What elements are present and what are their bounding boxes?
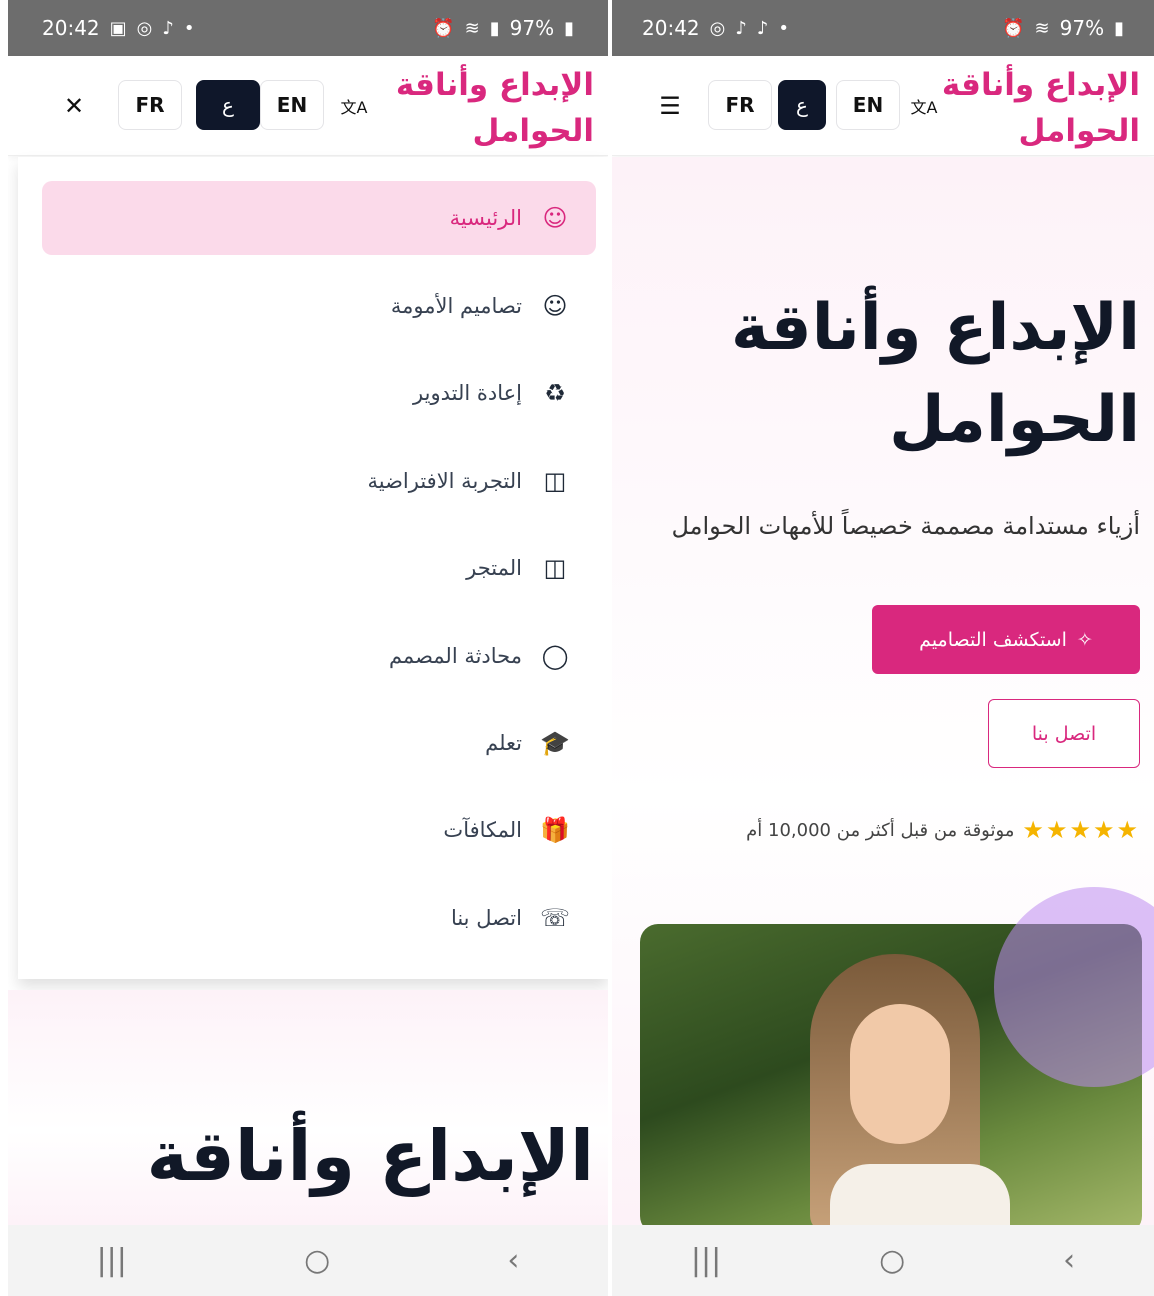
system-nav-bar: ||| ○ ‹ xyxy=(8,1225,608,1296)
more-dot-icon: • xyxy=(778,17,789,39)
app-header: ☰ FR ع EN 文A الإبداع وأناقة الحوامل xyxy=(612,56,1154,156)
menu-item-label: المكافآت xyxy=(443,818,522,842)
lang-en-button[interactable]: EN xyxy=(836,80,900,130)
status-time: 20:42 xyxy=(642,16,700,40)
alarm-icon: ⏰ xyxy=(1002,17,1025,39)
menu-item-virtual-try-on[interactable]: التجربة الافتراضية ◫ xyxy=(42,444,596,518)
chrome-notification-icon: ◎ xyxy=(136,17,153,39)
menu-item-contact[interactable]: اتصل بنا ☏ xyxy=(42,881,596,955)
recents-button[interactable]: ||| xyxy=(97,1243,127,1278)
signal-icon: ▮ xyxy=(489,17,500,39)
status-right: ⏰ ≋ 97% ▮ xyxy=(1002,16,1124,40)
brand-logo[interactable]: الإبداع وأناقة الحوامل xyxy=(940,62,1140,154)
hamburger-menu-button[interactable]: ☰ xyxy=(650,86,690,126)
recycle-icon: ♻ xyxy=(544,379,566,407)
home-button[interactable]: ○ xyxy=(879,1243,905,1278)
close-icon: ✕ xyxy=(63,92,85,120)
tiktok-notification-icon: ♪ xyxy=(756,17,769,39)
trust-text: موثوقة من قبل أكثر من 10,000 أم xyxy=(746,819,1015,841)
hero-subtitle: أزياء مستدامة مصممة خصيصاً للأمهات الحوا… xyxy=(671,512,1140,540)
brand-logo[interactable]: الإبداع وأناقة الحوامل xyxy=(364,62,594,154)
star-rating-icon: ★★★★★ xyxy=(1022,816,1140,844)
more-dot-icon: • xyxy=(183,17,195,39)
status-bar: 20:42 ▣ ◎ ♪ • ⏰ ≋ ▮ 97% ▮ xyxy=(8,0,608,56)
baby-face-icon: ☺ xyxy=(542,292,568,320)
hero-image-shirt xyxy=(830,1164,1010,1234)
menu-item-store[interactable]: المتجر ◫ xyxy=(42,531,596,605)
translate-icon[interactable]: 文A xyxy=(904,86,944,126)
chat-bubble-icon: ◯ xyxy=(541,642,569,670)
menu-item-label: إعادة التدوير xyxy=(413,381,522,405)
alarm-icon: ⏰ xyxy=(432,17,455,39)
status-bar: 20:42 ◎ ♪ ♪ • ⏰ ≋ 97% ▮ xyxy=(612,0,1154,56)
battery-percent: 97% xyxy=(509,16,555,40)
graduation-cap-icon: 🎓 xyxy=(540,729,570,757)
chrome-notification-icon: ◎ xyxy=(709,17,726,39)
status-left: 20:42 ▣ ◎ ♪ • xyxy=(42,16,195,40)
menu-item-designer-chat[interactable]: محادثة المصمم ◯ xyxy=(42,619,596,693)
status-left: 20:42 ◎ ♪ ♪ • xyxy=(642,16,789,40)
nav-menu: الرئيسية ☺ تصاميم الأمومة ☺ إعادة التدوي… xyxy=(18,157,608,979)
shopping-bag-icon: ◫ xyxy=(543,467,567,495)
menu-item-maternity-designs[interactable]: تصاميم الأمومة ☺ xyxy=(42,269,596,343)
gallery-notification-icon: ▣ xyxy=(109,17,127,39)
battery-percent: 97% xyxy=(1059,16,1105,40)
hero-image-face xyxy=(850,1004,950,1144)
battery-icon: ▮ xyxy=(1114,17,1124,39)
status-time: 20:42 xyxy=(42,16,100,40)
menu-item-home[interactable]: الرئيسية ☺ xyxy=(42,181,596,255)
status-right: ⏰ ≋ ▮ 97% ▮ xyxy=(432,16,574,40)
tiktok-notification-icon: ♪ xyxy=(162,17,174,39)
wifi-icon: ≋ xyxy=(464,17,480,39)
menu-icon: ☰ xyxy=(659,92,681,120)
menu-item-label: محادثة المصمم xyxy=(388,644,522,668)
gift-icon: 🎁 xyxy=(540,816,570,844)
shopping-bag-icon: ◫ xyxy=(543,554,567,582)
phone-icon: ☏ xyxy=(540,904,571,932)
menu-item-rewards[interactable]: المكافآت 🎁 xyxy=(42,793,596,867)
lang-fr-button[interactable]: FR xyxy=(708,80,772,130)
baby-face-icon: ☺ xyxy=(542,204,568,232)
lang-ar-button[interactable]: ع xyxy=(196,80,260,130)
menu-item-learn[interactable]: تعلم 🎓 xyxy=(42,706,596,780)
menu-item-recycling[interactable]: إعادة التدوير ♻ xyxy=(42,356,596,430)
screen-menu-open: 20:42 ▣ ◎ ♪ • ⏰ ≋ ▮ 97% ▮ ✕ FR ع EN 文A ا… xyxy=(8,0,608,1296)
explore-designs-label: استكشف التصاميم xyxy=(919,628,1067,651)
menu-item-label: الرئيسية xyxy=(449,206,522,230)
contact-us-button[interactable]: اتصل بنا xyxy=(988,699,1140,768)
battery-icon: ▮ xyxy=(564,17,574,39)
trust-rating: موثوقة من قبل أكثر من 10,000 أم ★★★★★ xyxy=(746,816,1140,844)
lang-ar-button[interactable]: ع xyxy=(778,80,826,130)
recents-button[interactable]: ||| xyxy=(691,1243,721,1278)
hero-title-line-2: الحوامل xyxy=(889,383,1140,457)
home-button[interactable]: ○ xyxy=(304,1243,330,1278)
menu-item-label: تصاميم الأمومة xyxy=(390,294,522,318)
system-nav-bar: ||| ○ ‹ xyxy=(612,1225,1154,1296)
hero-title: الإبداع وأناقة xyxy=(146,1115,594,1197)
menu-item-label: المتجر xyxy=(466,556,522,580)
tiktok-notification-icon: ♪ xyxy=(735,17,747,39)
close-menu-button[interactable]: ✕ xyxy=(54,86,94,126)
screen-home: 20:42 ◎ ♪ ♪ • ⏰ ≋ 97% ▮ ☰ FR ع EN 文A الإ… xyxy=(612,0,1154,1296)
back-button[interactable]: ‹ xyxy=(507,1243,519,1278)
sparkles-icon: ✧ xyxy=(1076,628,1093,651)
menu-item-label: تعلم xyxy=(485,731,522,755)
hero-title-line-1: الإبداع وأناقة xyxy=(730,291,1140,365)
lang-en-button[interactable]: EN xyxy=(260,80,324,130)
lang-fr-button[interactable]: FR xyxy=(118,80,182,130)
wifi-icon: ≋ xyxy=(1034,17,1050,39)
app-header: ✕ FR ع EN 文A الإبداع وأناقة الحوامل xyxy=(8,56,608,156)
explore-designs-button[interactable]: استكشف التصاميم ✧ xyxy=(872,605,1140,674)
back-button[interactable]: ‹ xyxy=(1063,1243,1075,1278)
menu-item-label: التجربة الافتراضية xyxy=(367,469,522,493)
menu-item-label: اتصل بنا xyxy=(450,906,522,930)
